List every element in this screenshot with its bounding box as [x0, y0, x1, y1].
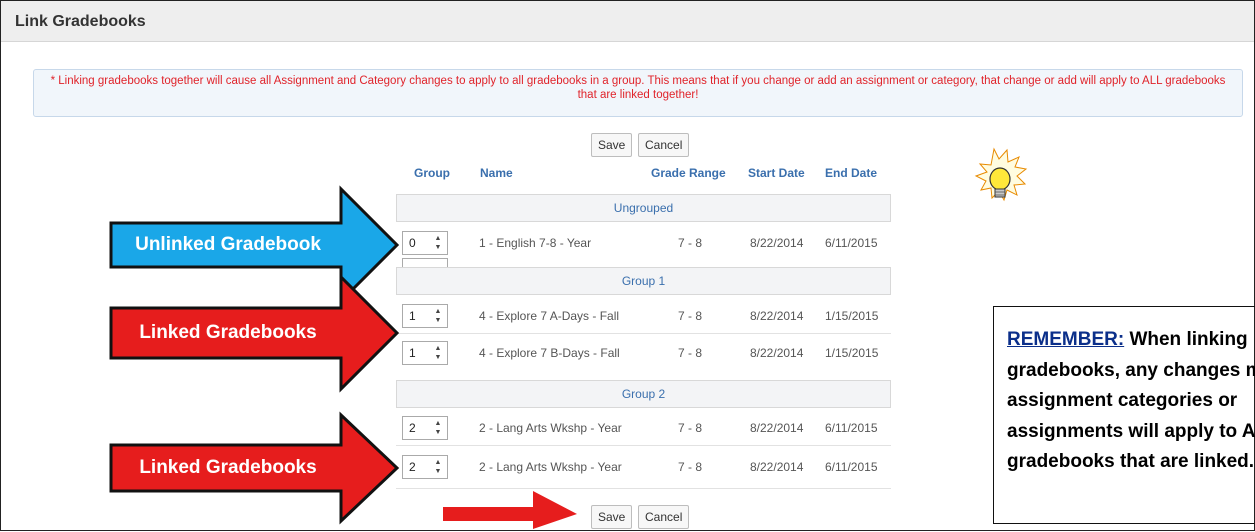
remember-note: REMEMBER: When linking gradebooks, any c…	[993, 306, 1255, 524]
remember-lead: REMEMBER:	[1007, 329, 1125, 350]
remember-note-text: REMEMBER: When linking gradebooks, any c…	[1007, 325, 1255, 478]
lightbulb-icon	[974, 147, 1028, 202]
window: Link Gradebooks * Linking gradebooks tog…	[0, 0, 1255, 531]
linked-gradebooks-callout-1: Linked Gradebooks	[139, 322, 317, 343]
red-pointer-arrow-icon	[443, 491, 577, 529]
linked-gradebooks-callout-2: Linked Gradebooks	[139, 457, 317, 478]
unlinked-gradebook-callout: Unlinked Gradebook	[135, 234, 321, 255]
remember-body: When linking gradebooks, any changes mad…	[1007, 329, 1255, 472]
